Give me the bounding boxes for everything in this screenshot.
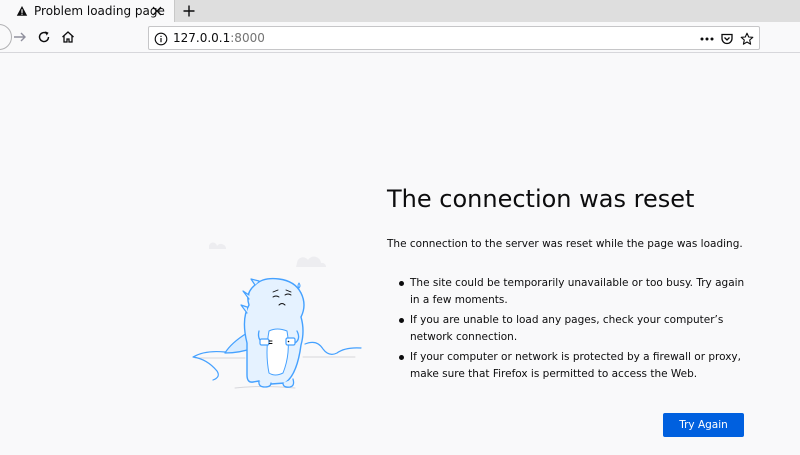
home-icon[interactable] — [59, 28, 77, 46]
page-actions-icon[interactable] — [699, 31, 715, 47]
url-text[interactable]: 127.0.0.1:8000 — [173, 31, 265, 45]
list-item: The site could be temporarily unavailabl… — [397, 275, 757, 309]
url-bar[interactable]: 127.0.0.1:8000 — [148, 26, 760, 50]
bookmark-star-icon[interactable] — [739, 31, 755, 47]
navigation-bar: 127.0.0.1:8000 — [0, 22, 800, 53]
error-title: The connection was reset — [387, 185, 695, 213]
url-host: 127.0.0.1 — [173, 31, 231, 45]
error-description: The connection to the server was reset w… — [387, 238, 743, 250]
list-item: If you are unable to load any pages, che… — [397, 312, 757, 346]
forward-icon[interactable] — [11, 28, 29, 46]
new-tab-icon[interactable] — [180, 2, 198, 20]
pocket-icon[interactable] — [719, 31, 735, 47]
url-port: :8000 — [230, 31, 265, 45]
info-icon[interactable] — [154, 31, 168, 46]
list-item: If your computer or network is protected… — [397, 349, 757, 383]
close-tab-icon[interactable] — [150, 4, 164, 18]
warning-icon — [16, 5, 28, 17]
connection-error-illustration — [185, 235, 370, 395]
tab-problem-loading[interactable]: Problem loading page — [0, 0, 175, 22]
error-suggestions-list: The site could be temporarily unavailabl… — [397, 275, 757, 386]
tab-strip: Problem loading page — [0, 0, 800, 22]
reload-icon[interactable] — [35, 28, 53, 46]
try-again-button[interactable]: Try Again — [663, 413, 744, 437]
tab-title: Problem loading page — [34, 4, 165, 18]
